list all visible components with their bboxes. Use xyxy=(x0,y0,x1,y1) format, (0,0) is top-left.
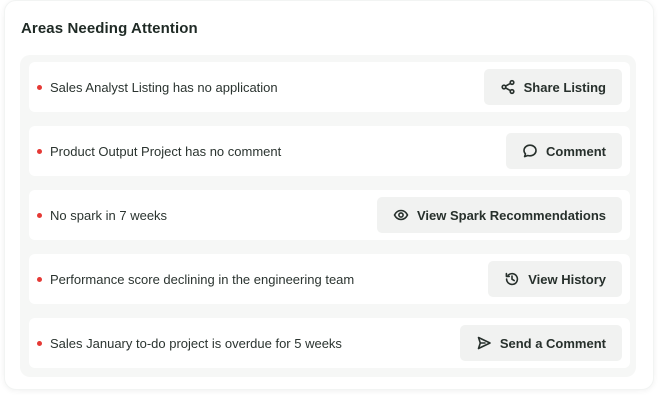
attention-list: Sales Analyst Listing has no application… xyxy=(29,62,630,382)
attention-item-info: Performance score declining in the engin… xyxy=(37,272,354,287)
alert-dot-icon xyxy=(37,148,42,154)
attention-item: Product Output Project has no comment Co… xyxy=(29,126,630,176)
view-spark-recommendations-label: View Spark Recommendations xyxy=(416,207,606,223)
share-icon xyxy=(500,79,516,95)
attention-item-info: Sales Analyst Listing has no application xyxy=(37,80,278,95)
comment-button[interactable]: Comment xyxy=(506,133,622,169)
attention-item-text: Sales Analyst Listing has no application xyxy=(50,79,278,95)
attention-item-info: Product Output Project has no comment xyxy=(37,144,281,159)
history-icon xyxy=(504,271,520,287)
alert-dot-icon xyxy=(37,276,42,282)
attention-item: Performance score declining in the engin… xyxy=(29,254,630,304)
attention-item-info: No spark in 7 weeks xyxy=(37,208,167,223)
attention-item-text: No spark in 7 weeks xyxy=(50,207,168,223)
attention-item: Sales January to-do project is overdue f… xyxy=(29,318,630,368)
alert-dot-icon xyxy=(37,212,42,218)
page: Areas Needing Attention Sales Analyst Li… xyxy=(0,0,660,399)
eye-icon xyxy=(393,207,409,223)
view-history-label: View History xyxy=(528,271,606,287)
attention-item-info: Sales January to-do project is overdue f… xyxy=(37,336,342,351)
attention-item: No spark in 7 weeks View Spark Recommend… xyxy=(29,190,630,240)
send-a-comment-button[interactable]: Send a Comment xyxy=(459,325,622,361)
send-a-comment-label: Send a Comment xyxy=(499,335,606,351)
comment-label: Comment xyxy=(546,143,606,159)
attention-item-text: Product Output Project has no comment xyxy=(50,143,282,159)
attention-item: Sales Analyst Listing has no application… xyxy=(29,62,630,112)
view-spark-recommendations-button[interactable]: View Spark Recommendations xyxy=(376,197,622,233)
attention-item-text: Performance score declining in the engin… xyxy=(50,271,355,287)
view-history-button[interactable]: View History xyxy=(488,261,622,297)
attention-item-text: Sales January to-do project is overdue f… xyxy=(50,335,342,351)
share-listing-label: Share Listing xyxy=(523,79,606,95)
alert-dot-icon xyxy=(37,84,42,90)
section-title: Areas Needing Attention xyxy=(21,20,198,37)
share-listing-button[interactable]: Share Listing xyxy=(483,69,622,105)
comment-icon xyxy=(522,143,538,159)
send-icon xyxy=(476,335,492,351)
alert-dot-icon xyxy=(37,340,42,346)
